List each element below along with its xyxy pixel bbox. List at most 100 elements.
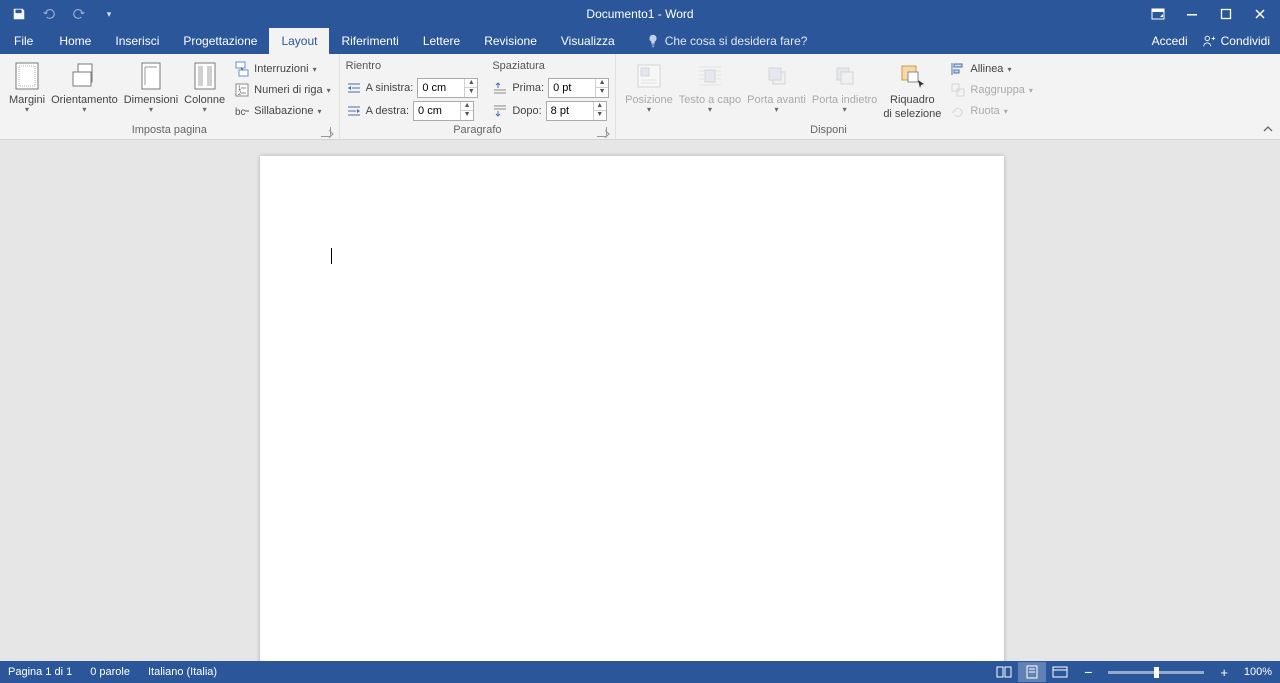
undo-icon[interactable] — [40, 5, 58, 23]
window-title: Documento1 - Word — [586, 7, 693, 21]
indent-right-icon — [346, 104, 362, 118]
indent-right-label: A destra: — [366, 105, 409, 117]
tab-revisione[interactable]: Revisione — [472, 28, 549, 54]
position-button: Posizione ▾ — [622, 58, 676, 117]
spacing-after-icon — [492, 104, 508, 118]
orientation-icon — [68, 60, 100, 92]
spin-down-icon[interactable]: ▼ — [596, 88, 608, 97]
spin-down-icon[interactable]: ▼ — [594, 111, 606, 120]
columns-button[interactable]: Colonne ▾ — [181, 58, 228, 117]
spin-down-icon[interactable]: ▼ — [465, 88, 477, 97]
quick-access-toolbar: ▾ — [0, 5, 118, 23]
selection-pane-icon — [896, 60, 928, 92]
columns-icon — [189, 60, 221, 92]
group-label-arrange: Disponi — [622, 122, 1035, 139]
print-layout-icon[interactable] — [1018, 662, 1046, 682]
indent-left-label: A sinistra: — [366, 82, 414, 94]
lightbulb-icon — [647, 34, 659, 48]
zoom-thumb[interactable] — [1154, 667, 1159, 678]
ribbon-display-options-icon[interactable] — [1150, 6, 1166, 22]
spin-up-icon[interactable]: ▲ — [594, 102, 606, 111]
hyphenation-button[interactable]: bc Sillabazione ▾ — [232, 102, 332, 120]
tab-inserisci[interactable]: Inserisci — [103, 28, 171, 54]
chevron-down-icon: ▾ — [82, 106, 86, 115]
indent-right-input[interactable]: ▲▼ — [413, 101, 474, 121]
status-bar: Pagina 1 di 1 0 parole Italiano (Italia)… — [0, 661, 1280, 683]
spacing-heading: Spaziatura — [492, 58, 609, 76]
minimize-icon[interactable] — [1184, 6, 1200, 22]
status-language[interactable]: Italiano (Italia) — [148, 666, 217, 678]
text-cursor — [331, 248, 332, 264]
page[interactable] — [260, 156, 1004, 661]
tab-home[interactable]: Home — [47, 28, 103, 54]
group-icon — [950, 82, 966, 98]
margins-icon — [11, 60, 43, 92]
spacing-before-field[interactable] — [549, 79, 595, 97]
chevron-down-icon: ▾ — [775, 106, 779, 115]
selection-pane-button[interactable]: Riquadro di selezione — [880, 58, 944, 122]
spin-up-icon[interactable]: ▲ — [465, 79, 477, 88]
zoom-level[interactable]: 100% — [1238, 666, 1272, 678]
chevron-down-icon: ▾ — [25, 106, 29, 115]
redo-icon[interactable] — [70, 5, 88, 23]
sign-in-link[interactable]: Accedi — [1152, 34, 1188, 48]
spin-up-icon[interactable]: ▲ — [461, 102, 473, 111]
document-area[interactable] — [0, 140, 1280, 661]
spin-down-icon[interactable]: ▼ — [461, 111, 473, 120]
spacing-after-label: Dopo: — [512, 105, 541, 117]
bring-forward-button: Porta avanti ▾ — [744, 58, 809, 117]
line-numbers-button[interactable]: 12 Numeri di riga ▾ — [232, 81, 332, 99]
zoom-in-icon[interactable]: + — [1220, 665, 1228, 680]
save-icon[interactable] — [10, 5, 28, 23]
hyphenation-icon: bc — [234, 103, 250, 119]
dialog-launcher-icon[interactable] — [321, 127, 331, 137]
close-icon[interactable] — [1252, 6, 1268, 22]
tell-me-search[interactable]: Che cosa si desidera fare? — [635, 28, 820, 54]
breaks-button[interactable]: Interruzioni ▾ — [232, 60, 332, 78]
chevron-down-icon: ▾ — [647, 106, 651, 115]
bring-forward-icon — [761, 60, 793, 92]
orientation-button[interactable]: Orientamento ▾ — [48, 58, 121, 117]
share-label: Condividi — [1221, 34, 1270, 48]
tab-riferimenti[interactable]: Riferimenti — [329, 28, 410, 54]
dialog-launcher-icon[interactable] — [597, 127, 607, 137]
indent-left-icon — [346, 81, 362, 95]
send-backward-icon — [829, 60, 861, 92]
tab-file[interactable]: File — [0, 28, 47, 54]
indent-left-field[interactable] — [418, 79, 464, 97]
size-button[interactable]: Dimensioni ▾ — [121, 58, 181, 117]
chevron-down-icon: ▾ — [203, 106, 207, 115]
maximize-icon[interactable] — [1218, 6, 1234, 22]
tab-lettere[interactable]: Lettere — [411, 28, 472, 54]
ribbon: Margini ▾ Orientamento ▾ Dimensioni ▾ — [0, 54, 1280, 140]
status-word-count[interactable]: 0 parole — [90, 666, 130, 678]
align-button[interactable]: Allinea ▾ — [948, 60, 1034, 78]
zoom-slider[interactable] — [1108, 671, 1204, 674]
tab-layout[interactable]: Layout — [269, 28, 329, 54]
share-button[interactable]: Condividi — [1202, 34, 1270, 48]
indent-right-field[interactable] — [414, 102, 460, 120]
status-page[interactable]: Pagina 1 di 1 — [8, 666, 72, 678]
tab-visualizza[interactable]: Visualizza — [549, 28, 627, 54]
indent-heading: Rientro — [346, 58, 479, 76]
breaks-icon — [234, 61, 250, 77]
read-mode-icon[interactable] — [990, 662, 1018, 682]
group-page-setup: Margini ▾ Orientamento ▾ Dimensioni ▾ — [0, 54, 340, 139]
spacing-after-input[interactable]: ▲▼ — [546, 101, 607, 121]
title-bar: ▾ Documento1 - Word — [0, 0, 1280, 28]
collapse-ribbon-icon[interactable] — [1262, 123, 1274, 135]
zoom-out-icon[interactable]: − — [1084, 664, 1092, 680]
indent-left-input[interactable]: ▲▼ — [417, 78, 478, 98]
spacing-before-input[interactable]: ▲▼ — [548, 78, 609, 98]
margins-button[interactable]: Margini ▾ — [6, 58, 48, 117]
qat-customize-icon[interactable]: ▾ — [100, 5, 118, 23]
chevron-down-icon: ▾ — [843, 106, 847, 115]
spin-up-icon[interactable]: ▲ — [596, 79, 608, 88]
tab-progettazione[interactable]: Progettazione — [171, 28, 269, 54]
wrap-text-button: Testo a capo ▾ — [676, 58, 744, 117]
align-icon — [950, 61, 966, 77]
web-layout-icon[interactable] — [1046, 662, 1074, 682]
page-size-icon — [135, 60, 167, 92]
spacing-after-field[interactable] — [547, 102, 593, 120]
share-icon — [1202, 34, 1216, 48]
